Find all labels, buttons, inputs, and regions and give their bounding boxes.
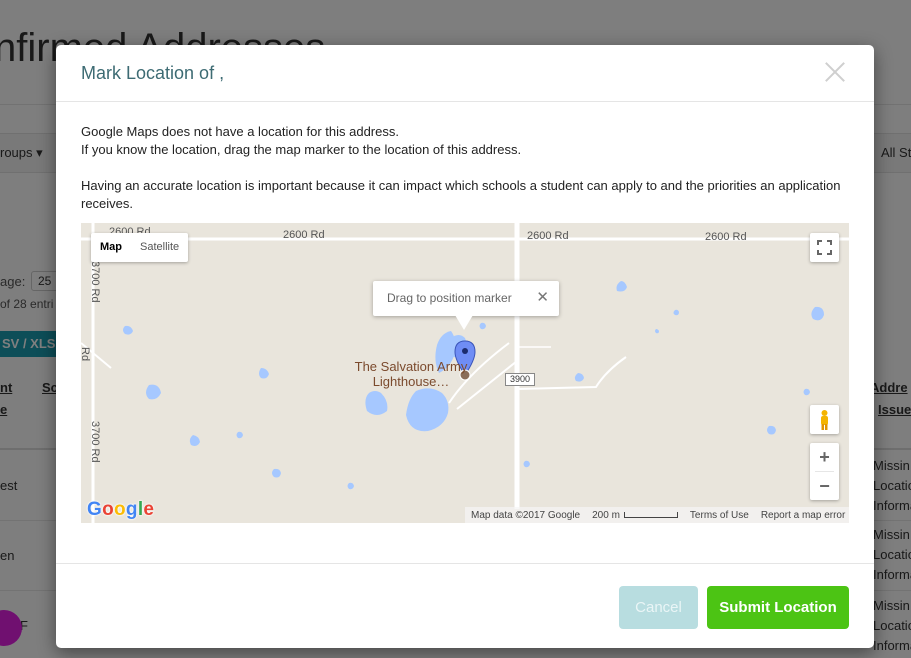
cancel-button[interactable]: Cancel [619,586,698,629]
scale-text: 200 m [592,509,620,521]
street-view-button[interactable] [810,405,839,434]
poi-label[interactable]: The Salvation Army Lighthouse… [331,359,491,389]
map-attribution: Map data ©2017 Google 200 m Terms of Use… [465,507,849,523]
map-type-control: Map Satellite [91,233,189,262]
report-map-error-link[interactable]: Report a map error [755,510,849,521]
message-line: If you know the location, drag the map m… [81,142,522,157]
road-label: 3700 Rd [89,421,101,463]
map-scale[interactable]: 200 m [586,510,684,521]
road-label: Rd [81,347,91,362]
mark-location-modal: Mark Location of , Google Maps does not … [56,45,874,648]
message-paragraph: Having an accurate location is important… [81,178,841,211]
info-window-text: Drag to position marker [387,291,512,305]
map-canvas[interactable]: 2600 Rd 2600 Rd 2600 Rd 2600 Rd 3700 Rd … [81,223,849,523]
terms-link[interactable]: Terms of Use [684,510,755,521]
zoom-in-button[interactable]: + [810,443,839,471]
modal-header: Mark Location of , [56,45,874,102]
road-label: 2600 Rd [705,231,747,243]
message-line: Google Maps does not have a location for… [81,124,399,139]
close-icon[interactable] [824,61,846,83]
modal-footer: Cancel Submit Location [56,563,874,648]
zoom-out-button[interactable]: − [810,472,839,500]
info-window-tail [455,315,473,330]
map-data-credit: Map data ©2017 Google [471,509,581,521]
info-window-close-icon[interactable]: ✕ [536,288,549,306]
road-label: 3700 Rd [89,261,101,303]
fullscreen-button[interactable] [810,233,839,262]
route-shield: 3900 [505,373,536,386]
map-type-satellite-button[interactable]: Satellite [131,233,188,262]
zoom-control: + − [810,443,839,500]
road-label: 2600 Rd [527,230,569,242]
submit-location-button[interactable]: Submit Location [707,586,849,629]
map-type-map-button[interactable]: Map [91,233,131,262]
modal-body: Google Maps does not have a location for… [81,123,851,213]
google-logo[interactable]: Google [87,499,154,521]
modal-title: Mark Location of , [81,63,225,83]
fullscreen-icon [817,240,832,255]
info-window: Drag to position marker ✕ [373,281,559,316]
pegman-icon [821,410,828,430]
scale-bar [623,511,678,518]
road-label: 2600 Rd [283,229,325,241]
